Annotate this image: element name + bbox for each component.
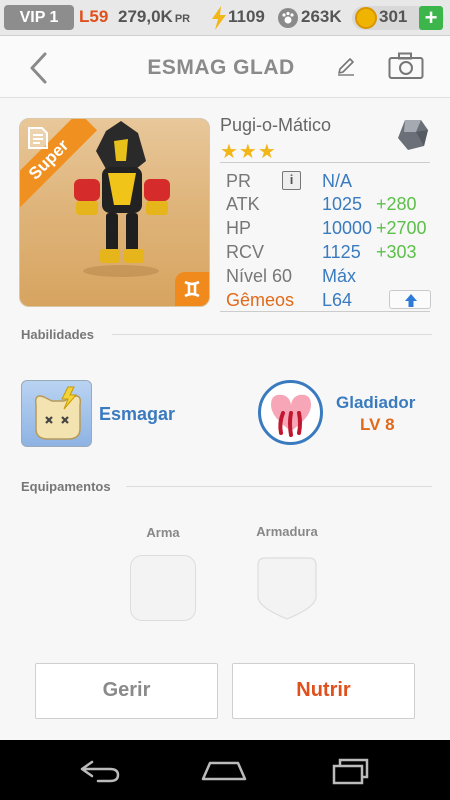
power-value: 279,0K	[118, 7, 173, 26]
stat-bonus: +280	[376, 194, 417, 214]
status-bar: VIP 1 L59 279,0K PR 1109 263K 301 +	[0, 0, 450, 36]
gemini-zodiac-icon	[175, 272, 209, 306]
stat-value: N/A	[322, 171, 353, 191]
section-label-equipment: Equipamentos	[21, 479, 111, 494]
skill-gladiator-name: Gladiador	[336, 393, 416, 412]
stat-label: HP	[226, 218, 252, 238]
stat-label: RCV	[226, 242, 265, 262]
add-coins-button[interactable]: +	[419, 6, 443, 30]
skill-gladiator-level: LV 8	[360, 415, 395, 434]
android-nav-bar	[0, 740, 450, 800]
weapon-slot[interactable]	[130, 555, 196, 621]
player-level: L59	[79, 7, 109, 26]
stat-label: Nível 60	[226, 266, 293, 286]
skill-gladiator-icon[interactable]	[258, 380, 323, 445]
stat-value: 10000	[322, 218, 373, 238]
vip-badge[interactable]: VIP 1	[4, 5, 74, 30]
monster-name: Pugi-o-Mático	[220, 115, 332, 135]
nav-recent-icon[interactable]	[330, 757, 370, 785]
monster-portrait[interactable]: Super	[19, 118, 210, 307]
armor-slot[interactable]	[255, 555, 319, 621]
energy-bolt-icon	[212, 6, 226, 30]
feed-button[interactable]: Nutrir	[232, 663, 415, 719]
page-title: ESMAG GLAD	[147, 56, 295, 79]
stat-value: L64	[322, 290, 353, 310]
paw-count: 263K	[301, 7, 342, 26]
stat-value: 1125	[322, 242, 361, 262]
coin-count: 301	[379, 7, 408, 26]
power-rating: 279,0K PR	[118, 7, 190, 27]
skill-smash-name: Esmagar	[99, 404, 176, 424]
divider	[112, 334, 432, 335]
star-rating: ★★★	[220, 141, 277, 163]
monster-image	[74, 121, 170, 277]
upgrade-button[interactable]	[389, 290, 431, 309]
gladiator-art	[271, 394, 311, 437]
page-header: ESMAG GLAD	[0, 36, 450, 98]
stat-value: Máx	[322, 266, 357, 286]
smash-art	[34, 386, 82, 440]
info-button[interactable]: i	[282, 171, 301, 190]
divider	[220, 311, 430, 312]
stat-value: 1025	[322, 194, 363, 214]
nav-home-icon[interactable]	[200, 760, 248, 782]
stat-label: PR	[226, 171, 252, 191]
armor-label: Armadura	[256, 524, 318, 539]
manage-button[interactable]: Gerir	[35, 663, 218, 719]
divider	[126, 486, 432, 487]
pencil-icon[interactable]	[336, 56, 356, 76]
stat-label: ATK	[226, 194, 260, 214]
camera-icon[interactable]	[388, 52, 424, 80]
arrow-up-icon	[405, 294, 417, 307]
divider	[220, 162, 430, 163]
paw-icon	[278, 8, 298, 28]
skill-smash-icon[interactable]	[21, 380, 92, 447]
coin-icon	[355, 7, 377, 29]
stat-label[interactable]: Gêmeos	[226, 288, 294, 312]
energy-count: 1109	[228, 7, 265, 26]
nav-back-icon[interactable]	[78, 758, 122, 784]
document-icon[interactable]	[26, 125, 50, 151]
weapon-label: Arma	[146, 525, 180, 540]
stone-gem-icon	[398, 120, 428, 150]
power-unit: PR	[174, 13, 191, 25]
stat-bonus: +303	[376, 242, 417, 262]
stat-bonus: +2700	[376, 218, 427, 238]
section-label-abilities: Habilidades	[21, 327, 94, 342]
